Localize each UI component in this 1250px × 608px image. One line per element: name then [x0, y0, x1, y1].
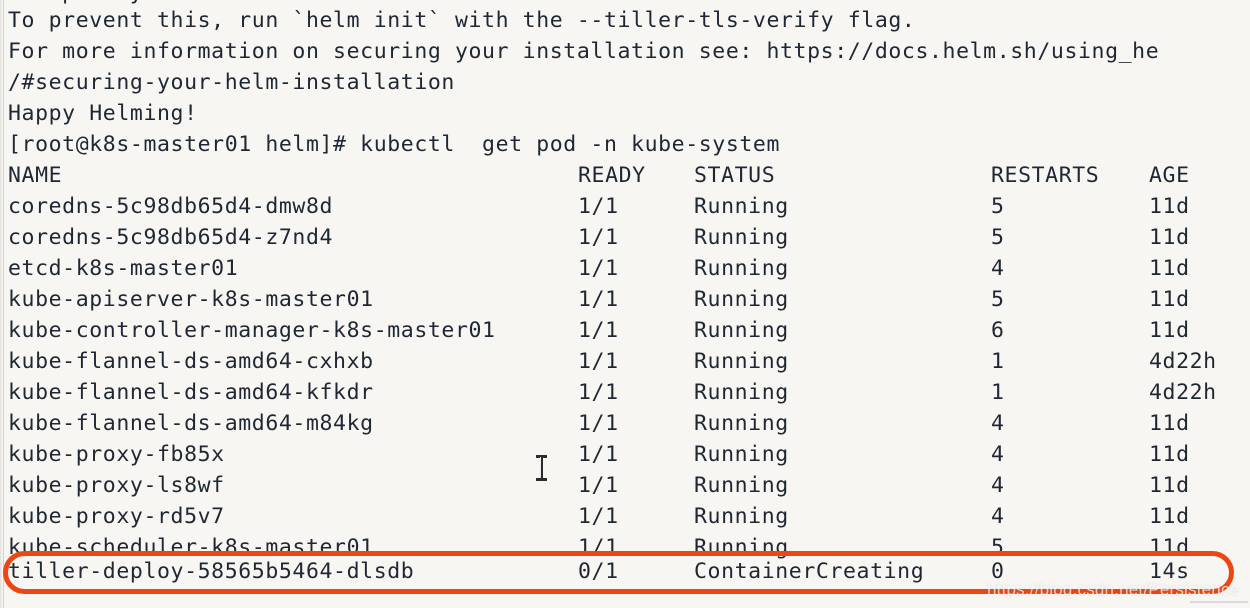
- pod-ready: 1/1: [578, 287, 619, 312]
- pod-age: 11d: [1149, 442, 1190, 467]
- terminal-line-happy-helming: Happy Helming!: [8, 101, 198, 126]
- pod-status: Running: [694, 318, 789, 343]
- pod-age: 14s: [1149, 559, 1190, 584]
- pod-name: tiller-deploy-58565b5464-dlsdb: [8, 559, 415, 584]
- terminal-output[interactable]: to policy. To prevent this, run `helm in…: [0, 0, 1250, 608]
- pod-restarts: 4: [991, 411, 1005, 436]
- column-header-status: STATUS: [694, 163, 776, 188]
- column-header-age: AGE: [1149, 163, 1190, 188]
- table-row[interactable]: kube-controller-manager-k8s-master01 1/1…: [0, 316, 1250, 346]
- pod-age: 11d: [1149, 194, 1190, 219]
- pod-ready: 1/1: [578, 256, 619, 281]
- pod-ready: 1/1: [578, 318, 619, 343]
- column-header-name: NAME: [8, 163, 63, 188]
- pod-name: kube-proxy-ls8wf: [8, 473, 225, 498]
- pod-name: kube-controller-manager-k8s-master01: [8, 318, 496, 343]
- column-header-ready: READY: [578, 163, 646, 188]
- column-header-restarts: RESTARTS: [991, 163, 1100, 188]
- pod-table-header: NAME READY STATUS RESTARTS AGE: [0, 161, 1250, 191]
- pod-status: Running: [694, 473, 789, 498]
- watermark-underline: [1190, 601, 1248, 603]
- pod-restarts: 5: [991, 287, 1005, 312]
- pod-restarts: 0: [991, 559, 1005, 584]
- pod-name: kube-proxy-fb85x: [8, 442, 225, 467]
- pod-restarts: 4: [991, 442, 1005, 467]
- terminal-line-docs-url-wrap: /#securing-your-helm-installation: [8, 70, 455, 95]
- pod-name: etcd-k8s-master01: [8, 256, 239, 281]
- pod-restarts: 4: [991, 256, 1005, 281]
- pod-ready: 1/1: [578, 411, 619, 436]
- pod-name: kube-proxy-rd5v7: [8, 504, 225, 529]
- pod-status: Running: [694, 380, 789, 405]
- pod-restarts: 4: [991, 473, 1005, 498]
- pod-name: kube-flannel-ds-amd64-cxhxb: [8, 349, 374, 374]
- pod-restarts: 1: [991, 380, 1005, 405]
- table-row[interactable]: coredns-5c98db65d4-z7nd4 1/1 Running 5 1…: [0, 223, 1250, 253]
- table-row[interactable]: kube-flannel-ds-amd64-m84kg 1/1 Running …: [0, 409, 1250, 439]
- pod-status: Running: [694, 411, 789, 436]
- text-ibeam-cursor-icon: [536, 455, 547, 481]
- pod-status: Running: [694, 504, 789, 529]
- terminal-command-line: [root@k8s-master01 helm]# kubectl get po…: [8, 132, 781, 157]
- terminal-line-helm-init-hint: To prevent this, run `helm init` with th…: [8, 8, 916, 33]
- pod-status: Running: [694, 287, 789, 312]
- table-row[interactable]: kube-apiserver-k8s-master01 1/1 Running …: [0, 285, 1250, 315]
- pod-ready: 1/1: [578, 349, 619, 374]
- table-row[interactable]: kube-proxy-ls8wf 1/1 Running 4 11d: [0, 471, 1250, 501]
- pod-age: 11d: [1149, 287, 1190, 312]
- pod-age: 11d: [1149, 256, 1190, 281]
- pod-age: 11d: [1149, 318, 1190, 343]
- pod-ready: 1/1: [578, 473, 619, 498]
- pod-age: 4d22h: [1149, 349, 1217, 374]
- table-row[interactable]: kube-flannel-ds-amd64-cxhxb 1/1 Running …: [0, 347, 1250, 377]
- pod-ready: 1/1: [578, 194, 619, 219]
- pod-status: Running: [694, 225, 789, 250]
- pod-restarts: 4: [991, 504, 1005, 529]
- table-row[interactable]: kube-flannel-ds-amd64-kfkdr 1/1 Running …: [0, 378, 1250, 408]
- pod-age: 4d22h: [1149, 380, 1217, 405]
- pod-restarts: 1: [991, 349, 1005, 374]
- terminal-prompt-line[interactable]: [root@k8s-master01 helm]# s: [8, 588, 468, 608]
- pod-age: 11d: [1149, 473, 1190, 498]
- pod-age: 11d: [1149, 225, 1190, 250]
- pod-ready: 0/1: [578, 559, 619, 584]
- pod-ready: 1/1: [578, 442, 619, 467]
- pod-restarts: 5: [991, 194, 1005, 219]
- pod-age: 11d: [1149, 504, 1190, 529]
- table-row[interactable]: coredns-5c98db65d4-dmw8d 1/1 Running 5 1…: [0, 192, 1250, 222]
- pod-ready: 1/1: [578, 504, 619, 529]
- pod-name: kube-apiserver-k8s-master01: [8, 287, 374, 312]
- pod-status: Running: [694, 256, 789, 281]
- pod-name: kube-flannel-ds-amd64-m84kg: [8, 411, 374, 436]
- pod-status: Running: [694, 194, 789, 219]
- pod-restarts: 5: [991, 225, 1005, 250]
- pod-status: ContainerCreating: [694, 559, 925, 584]
- pod-name: coredns-5c98db65d4-z7nd4: [8, 225, 334, 250]
- table-row-highlighted[interactable]: tiller-deploy-58565b5464-dlsdb 0/1 Conta…: [0, 557, 1250, 587]
- pod-name: coredns-5c98db65d4-dmw8d: [8, 194, 334, 219]
- pod-age: 11d: [1149, 411, 1190, 436]
- table-row[interactable]: etcd-k8s-master01 1/1 Running 4 11d: [0, 254, 1250, 284]
- pod-name: kube-flannel-ds-amd64-kfkdr: [8, 380, 374, 405]
- pod-ready: 1/1: [578, 225, 619, 250]
- pod-status: Running: [694, 442, 789, 467]
- table-row[interactable]: kube-proxy-rd5v7 1/1 Running 4 11d: [0, 502, 1250, 532]
- terminal-line-docs-url: For more information on securing your in…: [8, 39, 1160, 64]
- terminal-window[interactable]: to policy. To prevent this, run `helm in…: [0, 0, 1250, 608]
- table-row[interactable]: kube-proxy-fb85x 1/1 Running 4 11d: [0, 440, 1250, 470]
- pod-status: Running: [694, 349, 789, 374]
- pod-ready: 1/1: [578, 380, 619, 405]
- pod-restarts: 6: [991, 318, 1005, 343]
